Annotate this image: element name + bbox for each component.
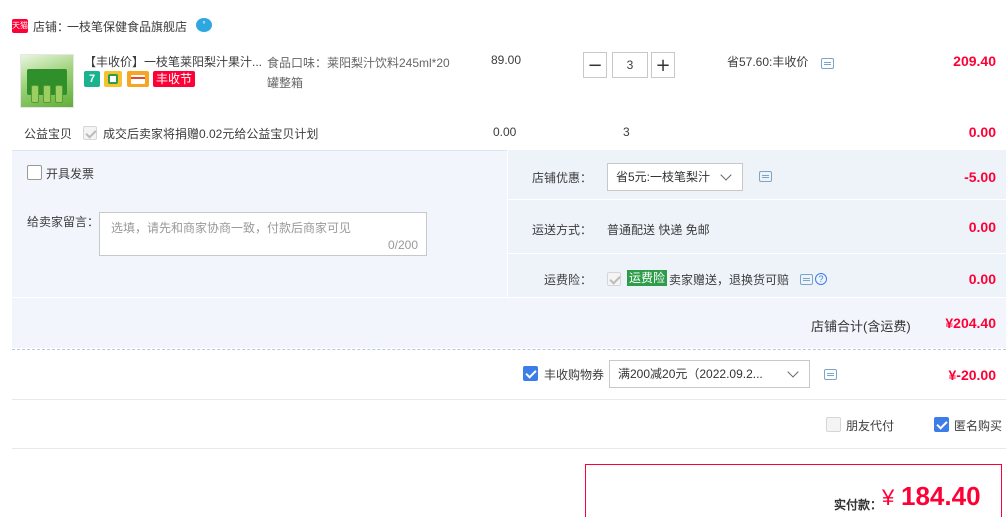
insurance-note-icon[interactable] (800, 274, 813, 285)
quantity-input[interactable]: 3 (612, 52, 648, 78)
coupon-value: 满200减20元（2022.09.2... (618, 367, 763, 381)
section-divider (12, 349, 1006, 350)
anonymous-label[interactable]: 匿名购买 (954, 417, 1002, 434)
shipping-value: 普通配送 快递 免邮 (607, 223, 710, 237)
divider-3 (12, 448, 1006, 449)
product-tags: 7 丰收节 (84, 71, 196, 87)
payment-total-box: 实付款： ¥ 184.40 (585, 464, 1002, 517)
store-name[interactable]: 一枝笔保健食品旗舰店 (67, 18, 187, 35)
charity-price: 0.00 (493, 125, 517, 139)
insurance-label: 运费险： (544, 273, 593, 287)
product-title[interactable]: 【丰收价】一枝笔莱阳梨汁果汁... (84, 53, 262, 70)
insurance-checkbox (607, 272, 621, 286)
invoice-checkbox[interactable] (27, 165, 42, 180)
charity-checkbox (83, 126, 97, 140)
coupon-amount: ¥-20.00 (948, 367, 996, 383)
quantity-minus-button[interactable]: − (583, 52, 607, 78)
message-label: 给卖家留言： (27, 215, 100, 229)
invoice-label[interactable]: 开具发票 (46, 165, 94, 182)
product-thumbnail[interactable] (20, 54, 74, 108)
product-spec: 食品口味：莱阳梨汁饮料245ml*20罐整箱 (267, 56, 450, 90)
item-discount: 省57.60:丰收价 (727, 55, 809, 69)
harvest-festival-badge: 丰收节 (153, 71, 196, 87)
shop-discount-amount: -5.00 (964, 169, 996, 185)
chevron-down-icon (720, 169, 732, 181)
charity-text: 成交后卖家将捐赠0.02元给公益宝贝计划 (103, 127, 319, 141)
quantity-plus-button[interactable]: + (651, 52, 675, 78)
row-divider-1 (507, 199, 1006, 200)
card-icon (126, 71, 149, 87)
message-placeholder: 选填，请先和商家协商一致，付款后商家可见 (111, 221, 352, 235)
insurance-text: 卖家赠送，退换货可赔 (669, 273, 790, 287)
chat-icon[interactable]: ° (196, 18, 212, 32)
tmall-badge: 天猫 (12, 19, 28, 33)
coupon-label[interactable]: 丰收购物券 (544, 366, 604, 383)
seven-day-return-icon: 7 (84, 71, 100, 87)
divider-2 (12, 399, 1006, 400)
insurance-tag: 运费险 (627, 270, 668, 286)
row-divider-3 (12, 297, 1006, 298)
message-counter: 0/200 (387, 238, 418, 252)
store-label: 店铺： (33, 20, 70, 34)
shop-discount-label: 店铺优惠： (532, 171, 593, 185)
message-textarea[interactable]: 选填，请先和商家协商一致，付款后商家可见 0/200 (99, 212, 427, 256)
anonymous-checkbox[interactable] (934, 417, 949, 432)
charity-subtotal: 0.00 (968, 124, 996, 140)
coupon-note-icon[interactable] (824, 369, 837, 380)
help-icon[interactable]: ? (815, 273, 827, 285)
store-total-amount: ¥204.40 (945, 315, 996, 331)
discount-note-icon[interactable] (821, 58, 834, 69)
store-total-label: 店铺合计(含运费) (811, 319, 911, 334)
friend-pay-checkbox[interactable] (826, 417, 841, 432)
row-divider-2 (507, 253, 1006, 254)
charity-label: 公益宝贝 (24, 127, 73, 141)
coupon-select[interactable]: 满200减20元（2022.09.2... (609, 360, 810, 388)
guarantee-icon (104, 71, 123, 87)
insurance-amount: 0.00 (968, 271, 996, 287)
friend-pay-label[interactable]: 朋友代付 (846, 417, 894, 434)
item-subtotal: 209.40 (953, 53, 996, 69)
payment-label: 实付款： (834, 498, 883, 512)
column-divider (507, 150, 508, 297)
shop-discount-select[interactable]: 省5元:一枝笔梨汁 (607, 163, 743, 191)
shop-discount-value: 省5元:一枝笔梨汁 (616, 170, 711, 184)
coupon-checkbox[interactable] (523, 366, 538, 381)
shipping-amount: 0.00 (968, 219, 996, 235)
shop-discount-note-icon[interactable] (759, 171, 772, 182)
shipping-label: 运送方式： (532, 223, 593, 237)
chevron-down-icon (787, 366, 799, 378)
payment-currency: ¥ (882, 485, 895, 510)
payment-amount: 184.40 (901, 481, 981, 511)
unit-price: 89.00 (491, 53, 522, 67)
charity-quantity: 3 (623, 125, 630, 139)
